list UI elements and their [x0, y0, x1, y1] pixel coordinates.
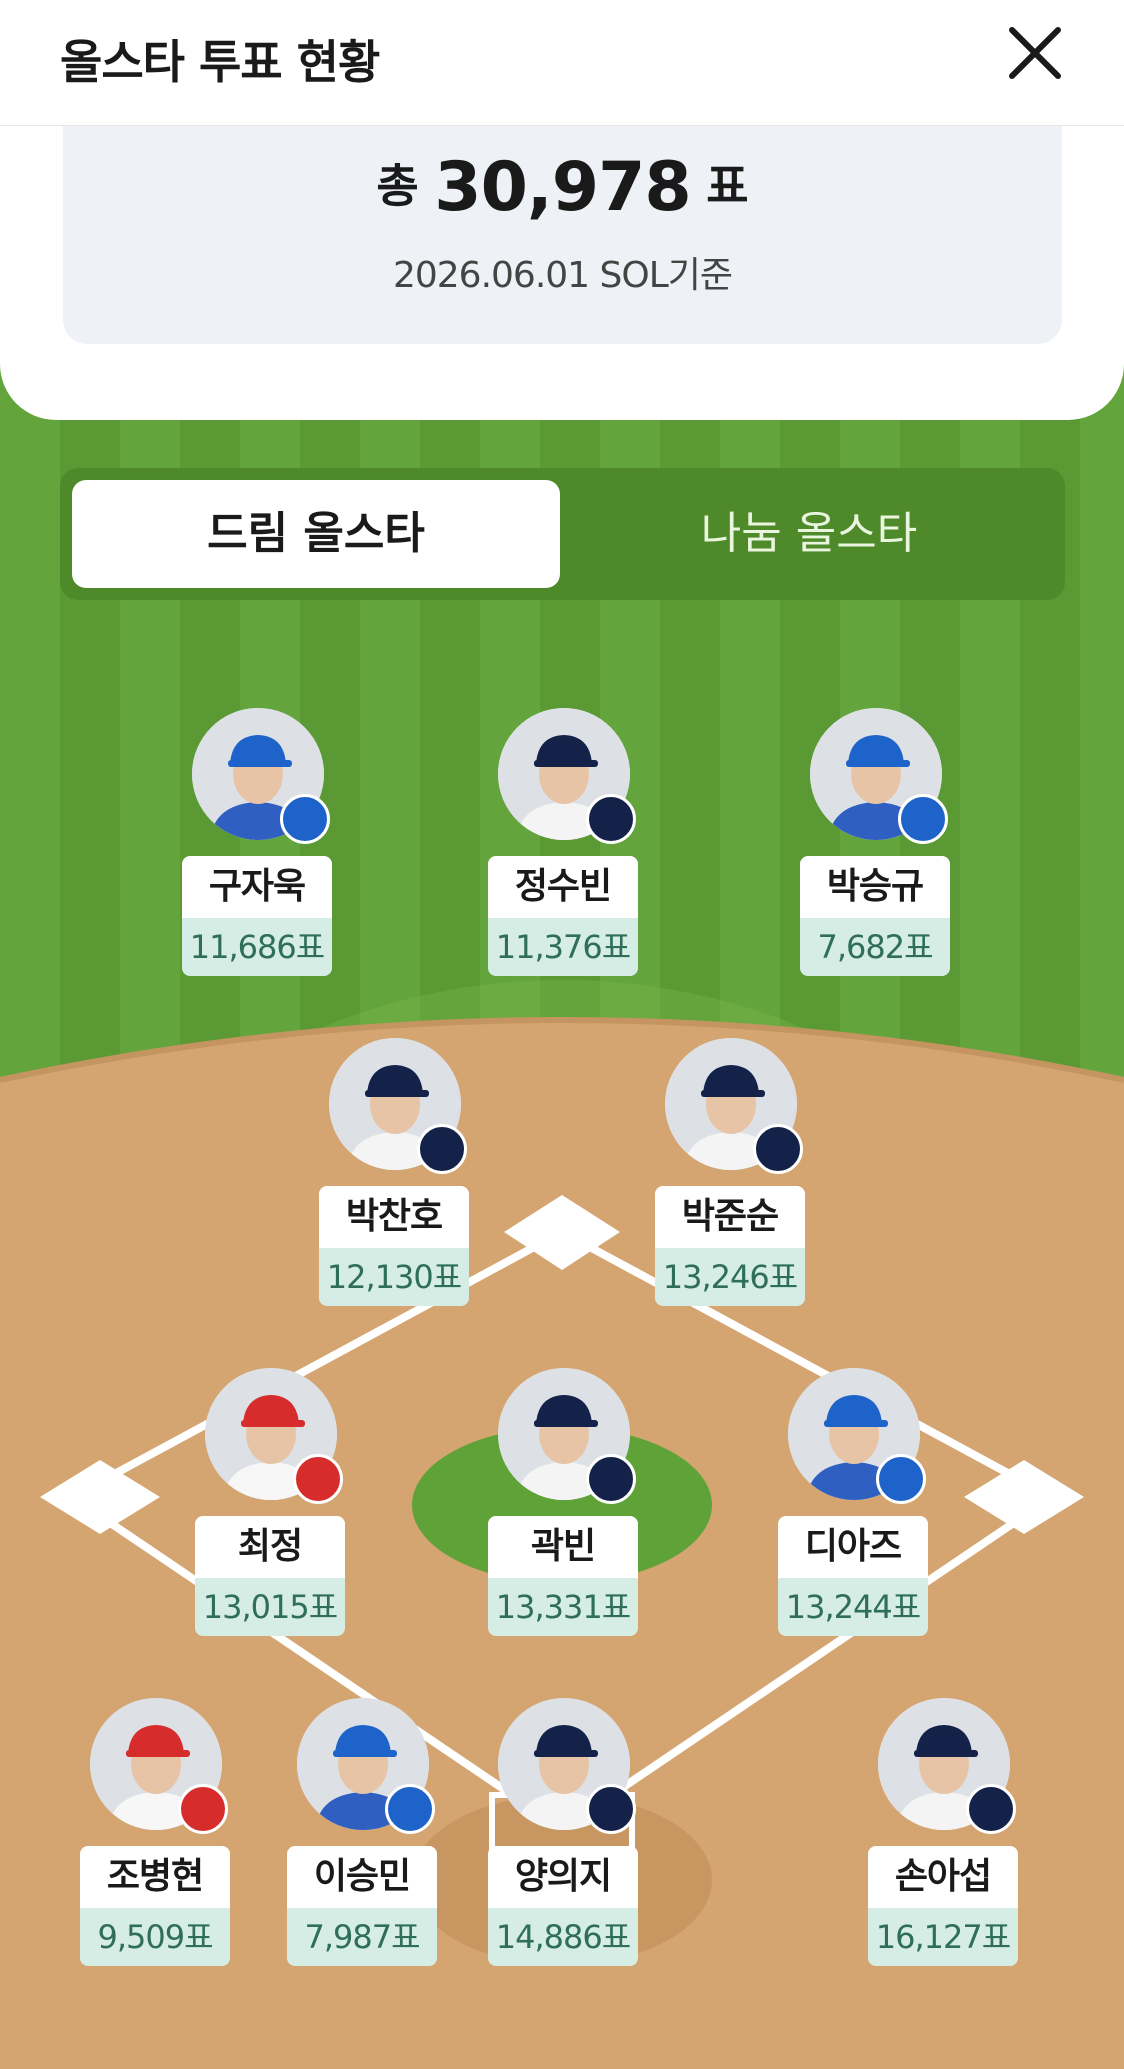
team-logo-badge	[385, 1784, 435, 1834]
basis-date: 2026.06.01 SOL기준	[392, 255, 733, 296]
page-title: 올스타 투표 현황	[60, 35, 380, 89]
player-name: 구자욱	[182, 856, 332, 918]
total-votes-number: 30,978	[434, 148, 691, 227]
team-logo-badge	[280, 794, 330, 844]
player-votes: 11,376표	[488, 918, 638, 976]
tab-nanum-allstar[interactable]: 나눔 올스타	[565, 480, 1053, 588]
player-votes: 13,015표	[195, 1578, 345, 1636]
team-logo-badge	[898, 794, 948, 844]
player-name: 박준순	[655, 1186, 805, 1248]
total-votes-box: 총 30,978 표 2026.06.01 SOL기준	[63, 126, 1062, 344]
player-votes: 7,682표	[800, 918, 950, 976]
total-votes-unit: 표	[706, 159, 749, 213]
player-name: 최정	[195, 1516, 345, 1578]
player-votes: 13,244표	[778, 1578, 928, 1636]
allstar-tab-switcher: 드림 올스타 나눔 올스타	[60, 468, 1065, 600]
team-logo-badge	[876, 1454, 926, 1504]
player-votes: 11,686표	[182, 918, 332, 976]
team-logo-badge	[753, 1124, 803, 1174]
team-logo-badge	[586, 1784, 636, 1834]
player-name: 이승민	[287, 1846, 437, 1908]
header-bar: 올스타 투표 현황	[0, 0, 1124, 126]
player-votes: 9,509표	[80, 1908, 230, 1966]
close-icon	[1009, 27, 1061, 79]
player-name: 박승규	[800, 856, 950, 918]
player-name: 디아즈	[778, 1516, 928, 1578]
close-button[interactable]	[1000, 18, 1070, 88]
team-logo-badge	[178, 1784, 228, 1834]
player-name: 박찬호	[319, 1186, 469, 1248]
player-votes: 7,987표	[287, 1908, 437, 1966]
player-votes: 12,130표	[319, 1248, 469, 1306]
team-logo-badge	[586, 1454, 636, 1504]
player-name: 조병현	[80, 1846, 230, 1908]
team-logo-badge	[586, 794, 636, 844]
team-logo-badge	[417, 1124, 467, 1174]
tab-dream-allstar[interactable]: 드림 올스타	[72, 480, 560, 588]
total-votes-line: 총 30,978 표	[63, 148, 1062, 227]
player-votes: 14,886표	[488, 1908, 638, 1966]
player-votes: 13,331표	[488, 1578, 638, 1636]
team-logo-badge	[966, 1784, 1016, 1834]
player-name: 손아섭	[868, 1846, 1018, 1908]
player-name: 정수빈	[488, 856, 638, 918]
player-name: 양의지	[488, 1846, 638, 1908]
total-prefix: 총	[376, 159, 419, 213]
summary-panel: 총 30,978 표 2026.06.01 SOL기준	[0, 126, 1124, 420]
player-name: 곽빈	[488, 1516, 638, 1578]
player-votes: 13,246표	[655, 1248, 805, 1306]
player-votes: 16,127표	[868, 1908, 1018, 1966]
team-logo-badge	[293, 1454, 343, 1504]
